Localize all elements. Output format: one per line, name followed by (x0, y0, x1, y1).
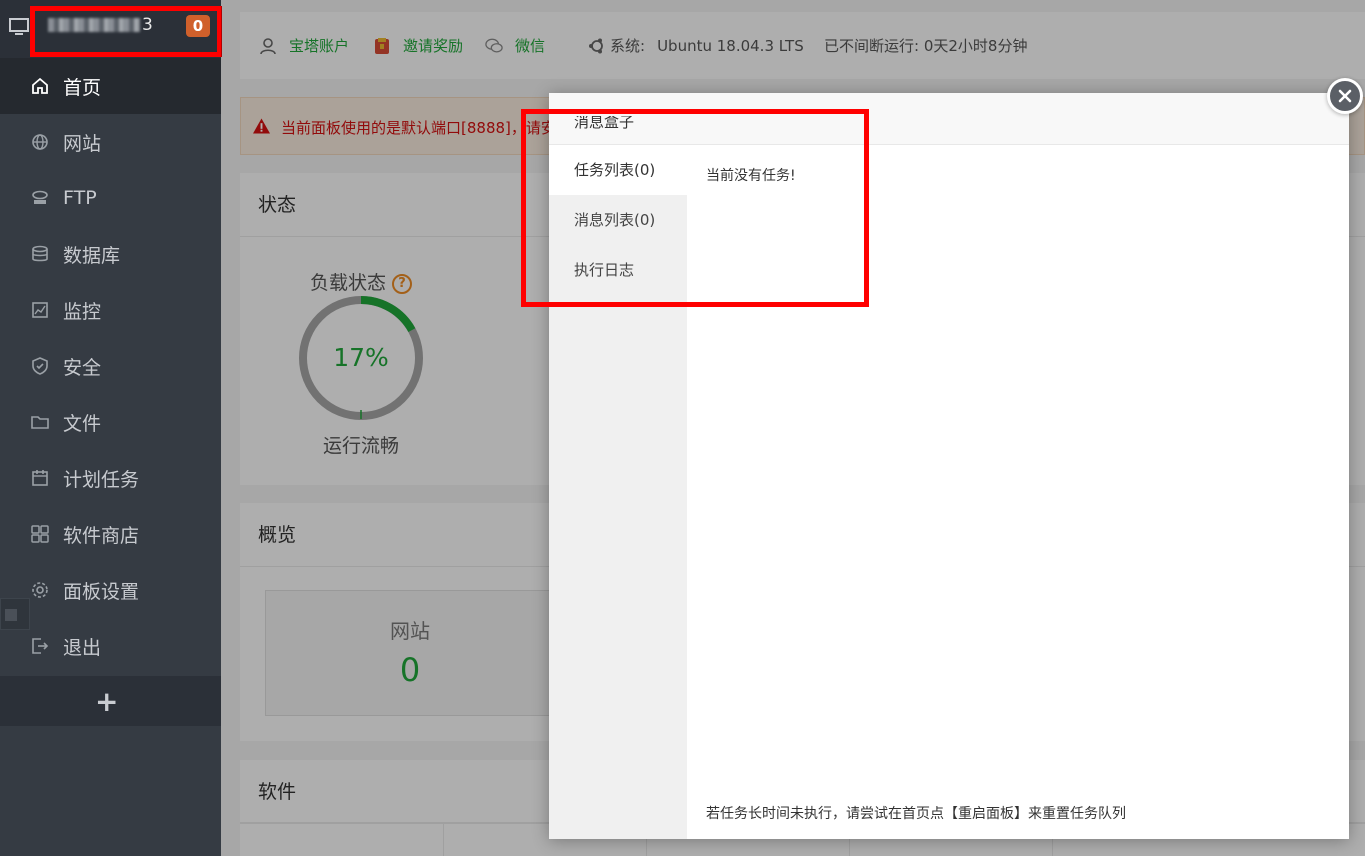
modal-footer-hint: 若任务长时间未执行，请尝试在首页点【重启面板】来重置任务队列 (706, 806, 1126, 822)
sidebar: 3 0 首页 网站 FTP 数据库 监控 安全 文件 计划任务 软件商店 面板设… (0, 0, 221, 856)
sidebar-item-label: 监控 (63, 300, 102, 323)
highlight-box-tabs (521, 109, 869, 307)
logout-icon (31, 637, 49, 655)
sidebar-item-files[interactable]: 文件 (0, 394, 221, 450)
sidebar-item-cron[interactable]: 计划任务 (0, 450, 221, 506)
sidebar-item-label: 计划任务 (63, 468, 140, 491)
sidebar-item-security[interactable]: 安全 (0, 338, 221, 394)
sidebar-item-website[interactable]: 网站 (0, 114, 221, 170)
close-icon (1338, 89, 1352, 103)
sidebar-collapse-handle[interactable] (0, 598, 30, 630)
monitor-icon (9, 17, 29, 37)
database-icon (31, 245, 49, 263)
sidebar-add-area: + (0, 676, 221, 726)
calendar-icon (31, 469, 49, 487)
shield-icon (31, 357, 49, 375)
globe-icon (31, 133, 49, 151)
sidebar-item-label: 面板设置 (63, 580, 140, 603)
sidebar-item-home[interactable]: 首页 (0, 58, 221, 114)
sidebar-item-logout[interactable]: 退出 (0, 618, 221, 674)
sidebar-item-label: 软件商店 (63, 524, 140, 547)
sidebar-item-label: 首页 (63, 76, 102, 99)
square-icon (5, 609, 17, 621)
sidebar-item-label: 网站 (63, 132, 102, 155)
sidebar-item-database[interactable]: 数据库 (0, 226, 221, 282)
gear-icon (31, 581, 49, 599)
modal-close-button[interactable] (1327, 78, 1363, 114)
sidebar-item-label: 安全 (63, 356, 102, 379)
folder-icon (31, 413, 49, 431)
sidebar-item-monitor[interactable]: 监控 (0, 282, 221, 338)
sidebar-item-store[interactable]: 软件商店 (0, 506, 221, 562)
monitor-chart-icon (31, 301, 49, 319)
home-icon (31, 77, 49, 95)
highlight-box-server (30, 6, 222, 57)
sidebar-item-settings[interactable]: 面板设置 (0, 562, 221, 618)
ftp-icon (31, 189, 49, 207)
apps-grid-icon (31, 525, 49, 543)
sidebar-item-label: 退出 (63, 636, 102, 659)
add-button[interactable]: + (95, 685, 118, 718)
sidebar-item-label: 数据库 (63, 244, 121, 267)
sidebar-item-label: FTP (63, 187, 97, 209)
sidebar-item-label: 文件 (63, 412, 102, 435)
sidebar-item-ftp[interactable]: FTP (0, 170, 221, 226)
sidebar-nav: 首页 网站 FTP 数据库 监控 安全 文件 计划任务 软件商店 面板设置 退出 (0, 58, 221, 674)
